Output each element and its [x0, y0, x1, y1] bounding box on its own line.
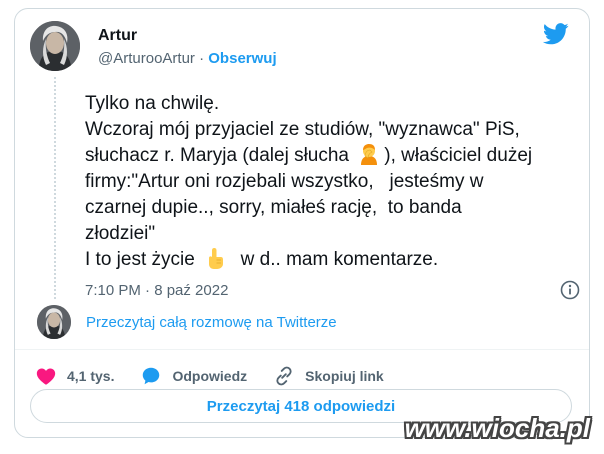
reply-bubble-icon[interactable] — [140, 365, 162, 387]
avatar[interactable] — [30, 21, 80, 71]
heart-icon[interactable] — [35, 365, 57, 387]
info-icon[interactable] — [560, 280, 580, 300]
handle-row: @ArturooArtur · Obserwuj — [98, 50, 277, 67]
tweet-line: Wczoraj mój przyjaciel ze studiów, "wyzn… — [85, 119, 520, 140]
tweet-line-part: słuchacz r. Maryja (dalej słucha — [85, 145, 355, 166]
link-icon[interactable] — [273, 365, 295, 387]
tweet-timestamp[interactable]: 7:10 PM · 8 paź 2022 — [85, 282, 228, 299]
follow-button[interactable]: Obserwuj — [208, 50, 276, 67]
action-bar: 4,1 tys. Odpowiedz Skopiuj link — [35, 364, 410, 388]
tweet-text: Tylko na chwilę. Wczoraj mój przyjaciel … — [85, 91, 575, 273]
reply-action[interactable]: Odpowiedz — [140, 365, 247, 387]
tweet-line-part: w d.. mam komentarze. — [230, 249, 439, 270]
tweet-card: Artur @ArturooArtur · Obserwuj Tylko na … — [14, 8, 590, 438]
reply-label: Odpowiedz — [172, 368, 248, 384]
like-count: 4,1 tys. — [67, 368, 115, 384]
twitter-bird-icon[interactable] — [543, 23, 569, 45]
copy-link-action[interactable]: Skopiuj link — [273, 365, 384, 387]
separator-dot: · — [199, 50, 205, 67]
avatar-small[interactable] — [37, 305, 71, 339]
facepalm-person-emoji — [361, 144, 378, 165]
tweet-line-part: ), właściciel dużej — [384, 145, 533, 166]
like-action[interactable]: 4,1 tys. — [35, 365, 114, 387]
tweet-line: I to jest życie w d.. mam komentarze. — [85, 247, 575, 273]
thread-connector — [54, 77, 56, 299]
site-watermark: www.wiocha.pl — [404, 413, 590, 443]
tweet-line: Tylko na chwilę. — [85, 93, 220, 114]
copy-link-label: Skopiuj link — [305, 368, 384, 384]
tweet-line: firmy:"Artur oni rozjebali wszystko, jes… — [85, 171, 484, 192]
user-handle[interactable]: @ArturooArtur — [98, 50, 195, 67]
pointing-up-hand-emoji — [209, 248, 224, 269]
tweet-line-part: I to jest życie — [85, 249, 201, 270]
user-name[interactable]: Artur — [98, 27, 137, 45]
tweet-line: złodziei" — [85, 223, 156, 244]
tweet-line: czarnej dupie.., sorry, miałeś rację, to… — [85, 197, 462, 218]
tweet-line: słuchacz r. Maryja (dalej słucha ), właś… — [85, 143, 575, 169]
read-conversation-link[interactable]: Przeczytaj całą rozmowę na Twitterze — [86, 314, 337, 331]
divider — [15, 349, 589, 350]
